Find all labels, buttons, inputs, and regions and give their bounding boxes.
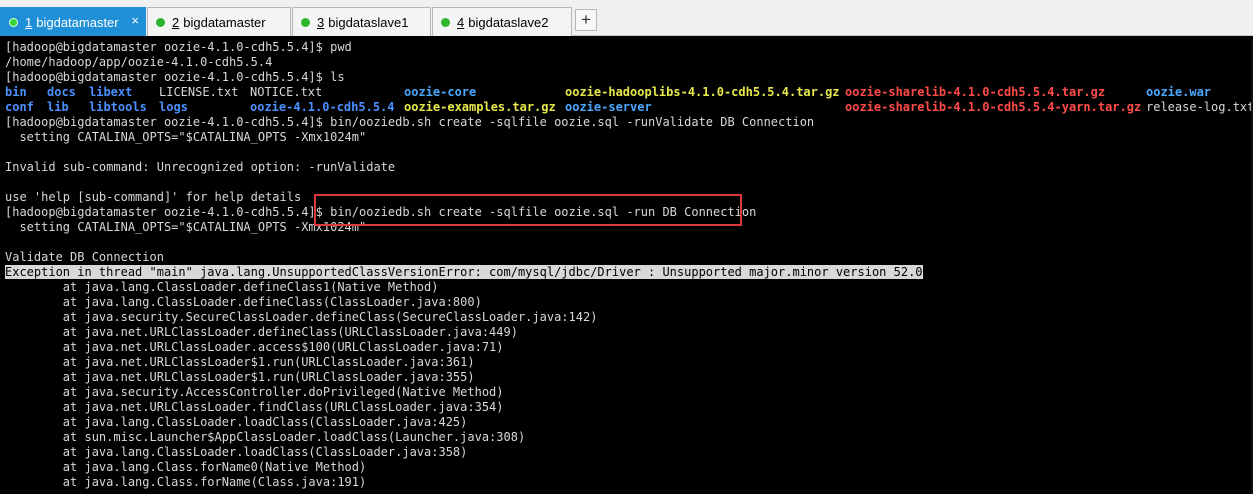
ls-entry: oozie-server [565, 100, 652, 114]
stack-trace-line: at java.net.URLClassLoader.access$100(UR… [5, 340, 504, 354]
ls-entry: oozie-core [404, 85, 477, 99]
tab-label: bigdatamaster [36, 14, 119, 30]
terminal-line: use 'help [sub-command]' for help detail… [5, 190, 302, 204]
ls-output-row: bin docs libext LICENSE.txt NOTICE.txt o… [5, 85, 1253, 100]
terminal-line: [hadoop@bigdatamaster oozie-4.1.0-cdh5.5… [5, 70, 345, 84]
ls-entry: release-log.txt [1146, 100, 1253, 114]
ls-entry: logs [159, 100, 188, 114]
terminal-line: Validate DB Connection [5, 250, 164, 264]
new-tab-button[interactable]: + [575, 9, 597, 31]
stack-trace-line: at java.lang.ClassLoader.loadClass(Class… [5, 445, 468, 459]
stack-trace-line: at java.lang.ClassLoader.loadClass(Class… [5, 415, 468, 429]
ls-entry: oozie.war [1146, 85, 1212, 99]
ls-entry: bin [5, 85, 27, 99]
stack-trace-line: at java.security.SecureClassLoader.defin… [5, 310, 598, 324]
tab-session-4[interactable]: 4 bigdataslave2 [432, 7, 572, 36]
ls-entry: conf [5, 100, 34, 114]
close-icon[interactable]: × [131, 14, 139, 28]
tab-number: 4 [457, 14, 465, 30]
ls-entry: oozie-hadooplibs-4.1.0-cdh5.5.4.tar.gz [565, 85, 840, 99]
terminal-line: [hadoop@bigdatamaster oozie-4.1.0-cdh5.5… [5, 40, 352, 54]
stack-trace-line: at java.net.URLClassLoader.defineClass(U… [5, 325, 518, 339]
terminal-line: [hadoop@bigdatamaster oozie-4.1.0-cdh5.5… [5, 205, 757, 219]
stack-trace-line: at java.lang.Class.forName0(Native Metho… [5, 460, 367, 474]
selected-exception-text: Exception in thread "main" java.lang.Uns… [5, 265, 923, 279]
terminal-line: setting CATALINA_OPTS="$CATALINA_OPTS -X… [5, 130, 367, 144]
ls-entry: oozie-sharelib-4.1.0-cdh5.5.4.tar.gz [845, 85, 1106, 99]
ls-entry: oozie-sharelib-4.1.0-cdh5.5.4-yarn.tar.g… [845, 100, 1142, 114]
tab-session-1[interactable]: 1 bigdatamaster × [0, 7, 146, 36]
ls-entry: docs [47, 85, 76, 99]
terminal-line: [hadoop@bigdatamaster oozie-4.1.0-cdh5.5… [5, 115, 815, 129]
terminal-line: Invalid sub-command: Unrecognized option… [5, 160, 396, 174]
tab-bar: 1 bigdatamaster × 2 bigdatamaster 3 bigd… [0, 0, 1253, 36]
tab-number: 1 [25, 14, 33, 30]
tab-number: 2 [172, 14, 180, 30]
ls-output-row: conf lib libtools logs oozie-4.1.0-cdh5.… [5, 100, 1253, 115]
terminal-line: setting CATALINA_OPTS="$CATALINA_OPTS -X… [5, 220, 367, 234]
stack-trace-line: at java.net.URLClassLoader$1.run(URLClas… [5, 355, 475, 369]
tab-number: 3 [317, 14, 325, 30]
stack-trace-line: at java.net.URLClassLoader$1.run(URLClas… [5, 370, 475, 384]
connected-status-icon [156, 17, 165, 27]
ls-entry: oozie-examples.tar.gz [404, 100, 556, 114]
tab-label: bigdataslave1 [328, 14, 409, 30]
tab-session-3[interactable]: 3 bigdataslave1 [292, 7, 431, 36]
ls-entry: oozie-4.1.0-cdh5.5.4 [250, 100, 395, 114]
ls-entry: lib [47, 100, 69, 114]
stack-trace-line: at java.lang.Class.forName(Class.java:19… [5, 475, 367, 489]
ls-entry: libtools [89, 100, 147, 114]
connected-status-icon [441, 17, 450, 27]
terminal-output[interactable]: [hadoop@bigdatamaster oozie-4.1.0-cdh5.5… [0, 40, 1253, 494]
ls-entry: libext [89, 85, 133, 99]
connected-status-icon [301, 17, 310, 27]
stack-trace-line: at java.security.AccessController.doPriv… [5, 385, 504, 399]
stack-trace-line: at java.lang.ClassLoader.defineClass(Cla… [5, 295, 482, 309]
stack-trace-line: at java.net.URLClassLoader.findClass(URL… [5, 400, 504, 414]
stack-trace-line: at sun.misc.Launcher$AppClassLoader.load… [5, 430, 526, 444]
stack-trace-line: at java.lang.ClassLoader.defineClass1(Na… [5, 280, 439, 294]
exception-line[interactable]: Exception in thread "main" java.lang.Uns… [5, 265, 1253, 280]
tab-session-2[interactable]: 2 bigdatamaster [147, 7, 291, 36]
tab-label: bigdataslave2 [468, 14, 549, 30]
ls-entry: NOTICE.txt [250, 85, 323, 99]
connected-status-icon [9, 17, 18, 27]
tab-label: bigdatamaster [183, 14, 266, 30]
terminal-line: /home/hadoop/app/oozie-4.1.0-cdh5.5.4 [5, 55, 273, 69]
ls-entry: LICENSE.txt [159, 85, 239, 99]
